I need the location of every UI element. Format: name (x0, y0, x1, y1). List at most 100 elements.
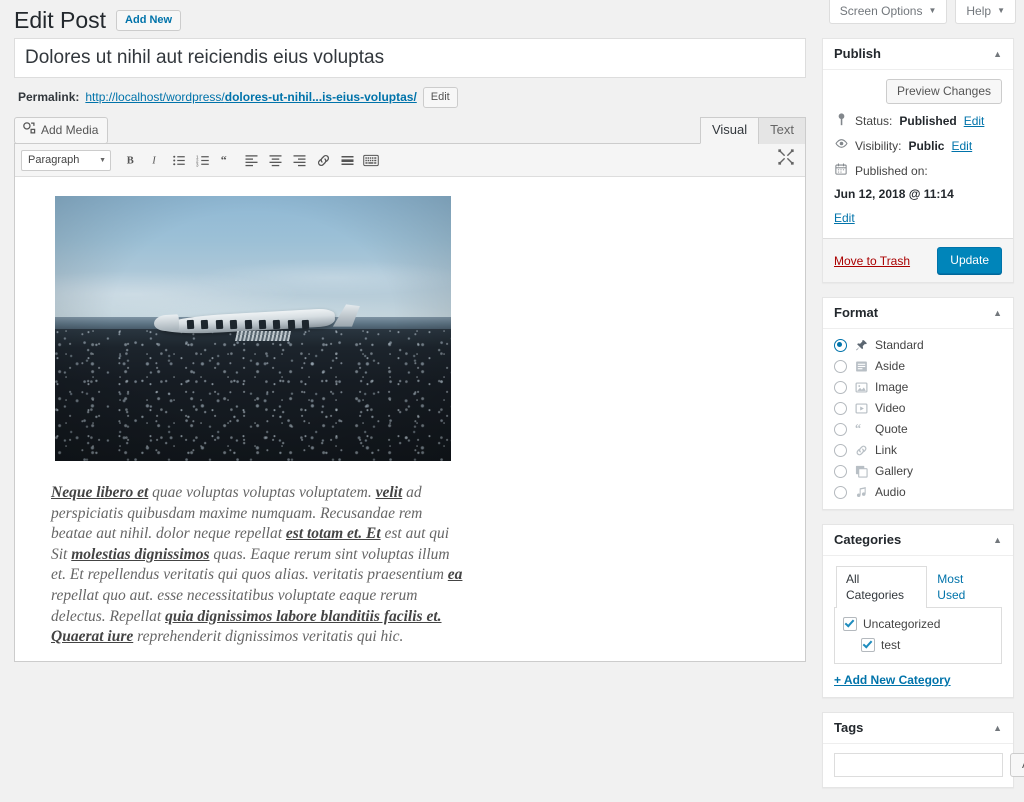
italic-button[interactable]: I (144, 149, 166, 171)
quote-icon: “ (854, 422, 868, 436)
format-radio-video[interactable] (834, 402, 847, 415)
format-option-standard[interactable]: Standard (834, 338, 1002, 352)
post-title-input[interactable] (15, 39, 805, 77)
format-option-video[interactable]: Video (834, 401, 1002, 415)
svg-text:“: “ (855, 423, 861, 435)
align-center-button[interactable] (264, 149, 286, 171)
paragraph-format-select[interactable]: Paragraph ▼ (21, 150, 111, 171)
add-tag-button[interactable]: Add (1010, 753, 1024, 777)
category-item-uncategorized[interactable]: Uncategorized (843, 617, 993, 631)
format-label-video: Video (875, 401, 905, 415)
tag-input[interactable] (834, 753, 1003, 777)
bulleted-list-button[interactable] (168, 149, 190, 171)
main-column: Permalink: http://localhost/wordpress/do… (14, 38, 806, 662)
permalink-link[interactable]: http://localhost/wordpress/dolores-ut-ni… (85, 86, 416, 108)
format-radio-link[interactable] (834, 444, 847, 457)
post-paragraph[interactable]: Neque libero et quae voluptas voluptas v… (51, 483, 466, 648)
editor-mode-tabs: Visual Text (701, 117, 806, 144)
format-label-audio: Audio (875, 485, 906, 499)
tags-box-body: Add (823, 744, 1013, 787)
format-option-image[interactable]: Image (834, 380, 1002, 394)
screen-options-button[interactable]: Screen Options ▼ (829, 0, 948, 24)
category-item-test[interactable]: test (861, 638, 993, 652)
format-option-gallery[interactable]: Gallery (834, 464, 1002, 478)
tab-visual[interactable]: Visual (700, 117, 759, 144)
format-radio-quote[interactable] (834, 423, 847, 436)
editor-toolbar: Paragraph ▼ B I 1 (15, 144, 805, 177)
visibility-edit-link[interactable]: Edit (951, 138, 972, 154)
audio-icon (854, 485, 868, 499)
format-radio-gallery[interactable] (834, 465, 847, 478)
help-button[interactable]: Help ▼ (955, 0, 1016, 24)
sidebar-column: Publish ▲ Preview Changes Status: Publis… (822, 38, 1014, 802)
format-radio-image[interactable] (834, 381, 847, 394)
format-radio-standard[interactable] (834, 339, 847, 352)
distraction-free-mode-button[interactable] (777, 148, 797, 168)
paragraph-format-value: Paragraph (28, 154, 79, 166)
paragraph-text: quae voluptas voluptas voluptatem. (148, 484, 375, 501)
bold-button[interactable]: B (120, 149, 142, 171)
update-button[interactable]: Update (937, 247, 1002, 274)
tags-box-header: Tags ▲ (823, 713, 1013, 744)
add-new-category-link[interactable]: + Add New Category (834, 673, 1002, 687)
chevron-up-icon[interactable]: ▲ (993, 536, 1002, 545)
editor-content-area[interactable]: Neque libero et quae voluptas voluptas v… (15, 177, 805, 661)
preview-changes-button[interactable]: Preview Changes (886, 79, 1002, 104)
add-new-post-button[interactable]: Add New (116, 10, 181, 31)
tab-text[interactable]: Text (758, 117, 806, 144)
video-icon (854, 401, 868, 415)
category-checkbox-test[interactable] (861, 638, 875, 652)
blockquote-button[interactable]: “ (216, 149, 238, 171)
aside-icon (854, 359, 868, 373)
preview-row: Preview Changes (834, 79, 1002, 104)
align-left-button[interactable] (240, 149, 262, 171)
chevron-down-icon: ▼ (997, 4, 1005, 18)
chevron-up-icon[interactable]: ▲ (993, 724, 1002, 733)
categories-list[interactable]: Uncategorized test (834, 608, 1002, 664)
chevron-up-icon[interactable]: ▲ (993, 50, 1002, 59)
tab-all-categories[interactable]: All Categories (836, 566, 927, 608)
format-label-standard: Standard (875, 338, 924, 352)
format-option-quote[interactable]: “ Quote (834, 422, 1002, 436)
format-box: Format ▲ Standard Aside (822, 297, 1014, 510)
media-row: Add Media Visual Text (14, 117, 806, 143)
align-right-button[interactable] (288, 149, 310, 171)
published-on-edit-link[interactable]: Edit (834, 210, 1002, 226)
page-header: Edit Post Add New (14, 6, 181, 35)
format-option-audio[interactable]: Audio (834, 485, 1002, 499)
format-option-link[interactable]: Link (834, 443, 1002, 457)
insert-link-button[interactable] (312, 149, 334, 171)
status-label: Status: (855, 113, 892, 129)
status-value: Published (899, 113, 956, 129)
format-option-aside[interactable]: Aside (834, 359, 1002, 373)
permalink-edit-button[interactable]: Edit (423, 87, 458, 108)
chevron-up-icon[interactable]: ▲ (993, 309, 1002, 318)
svg-text:B: B (127, 156, 134, 167)
format-radio-audio[interactable] (834, 486, 847, 499)
toolbar-toggle-button[interactable] (360, 149, 382, 171)
publish-box-footer: Move to Trash Update (823, 238, 1013, 282)
chevron-down-icon: ▼ (928, 4, 936, 18)
publish-box-header: Publish ▲ (823, 39, 1013, 70)
format-radio-aside[interactable] (834, 360, 847, 373)
paragraph-emphasis: ea (448, 566, 463, 583)
paragraph-emphasis: Neque libero et (51, 484, 148, 501)
categories-box-body: All Categories Most Used Uncategorized t… (823, 556, 1013, 697)
insert-read-more-button[interactable] (336, 149, 358, 171)
format-box-title: Format (834, 305, 878, 321)
categories-box: Categories ▲ All Categories Most Used Un… (822, 524, 1014, 698)
publish-box-body: Preview Changes Status: Published Edit (823, 70, 1013, 238)
category-checkbox-uncategorized[interactable] (843, 617, 857, 631)
post-featured-image[interactable] (55, 196, 451, 461)
publish-box-title: Publish (834, 46, 881, 62)
format-label-image: Image (875, 380, 908, 394)
move-to-trash-link[interactable]: Move to Trash (834, 254, 910, 268)
numbered-list-button[interactable]: 1 2 3 (192, 149, 214, 171)
tab-most-used[interactable]: Most Used (927, 566, 1002, 608)
status-edit-link[interactable]: Edit (964, 113, 985, 129)
format-label-gallery: Gallery (875, 464, 913, 478)
add-media-label: Add Media (41, 122, 98, 138)
add-media-button[interactable]: Add Media (14, 117, 108, 144)
screen-meta-links: Screen Options ▼ Help ▼ (829, 0, 1016, 24)
media-icon (22, 121, 36, 139)
